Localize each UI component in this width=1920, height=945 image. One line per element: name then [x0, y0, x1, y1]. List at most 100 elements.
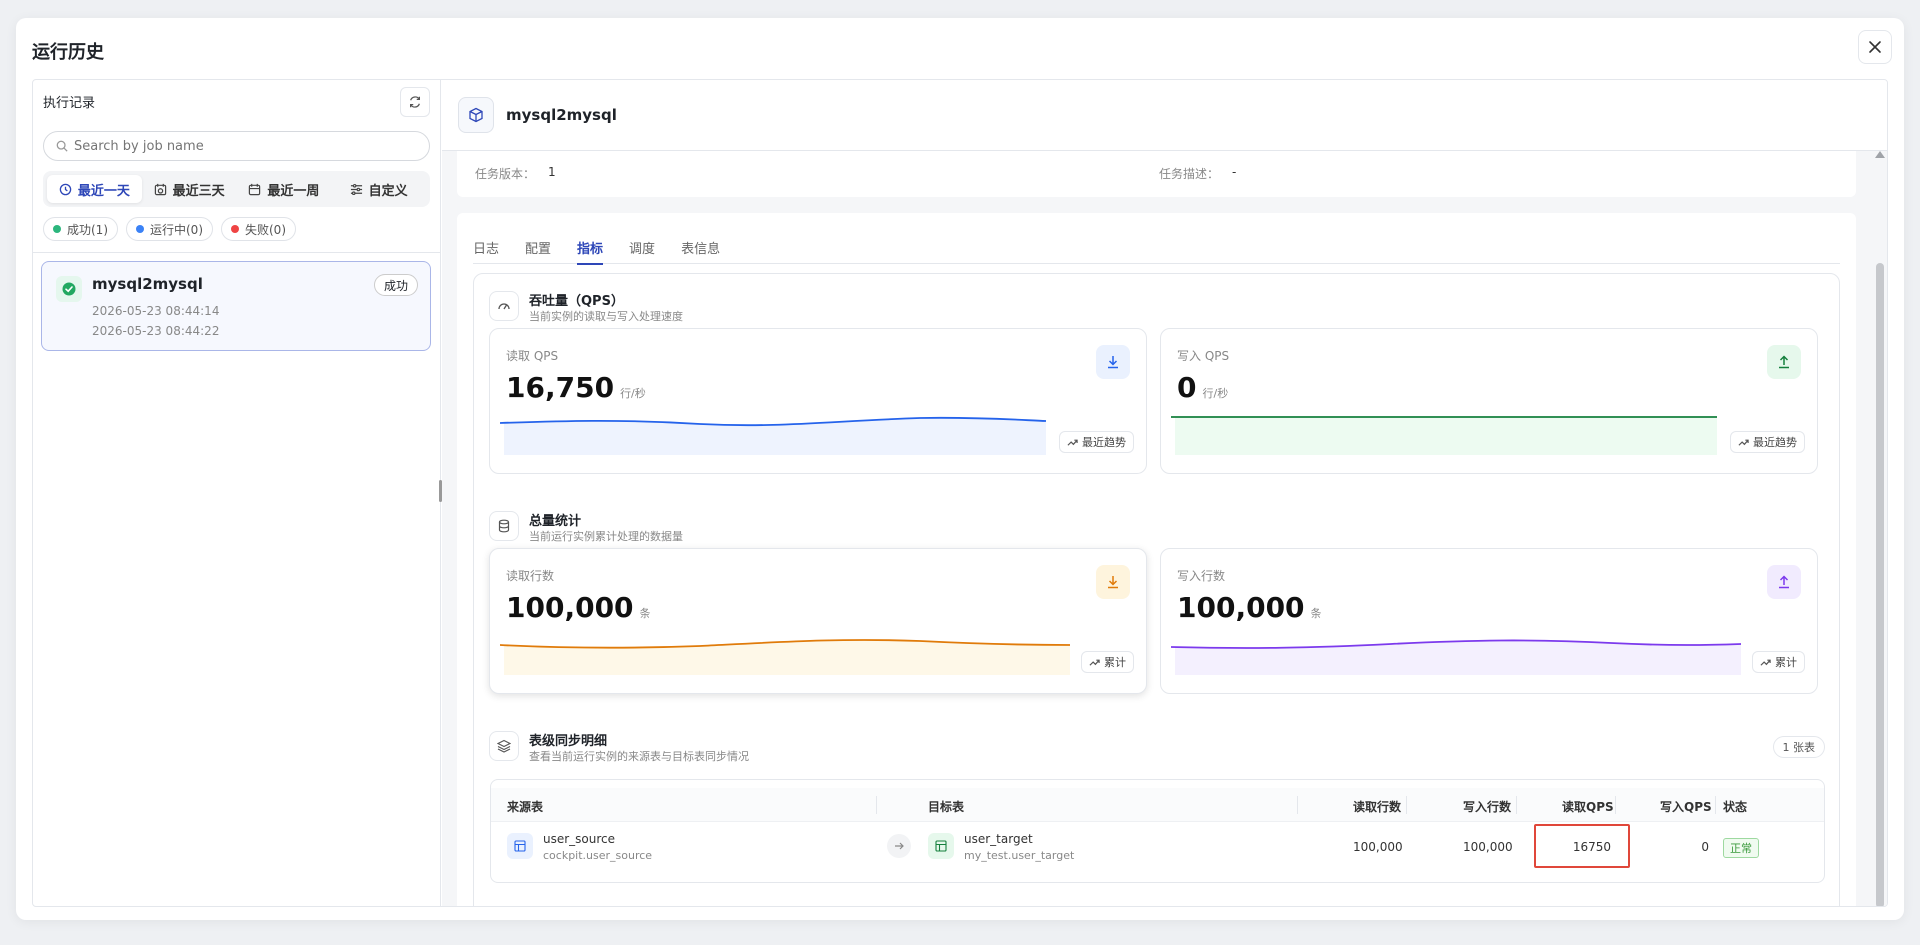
header-source: 来源表: [507, 800, 544, 814]
write-qps-sparkline: [1171, 416, 1717, 455]
calendar-clock-icon: [154, 183, 166, 195]
throughput-subtitle: 当前实例的读取与写入处理速度: [529, 310, 683, 323]
detail-scroll-area: 任务版本： 1 任务描述： - 日志 配置 指标 调度 表信息 吞吐量（QPS）…: [442, 151, 1887, 906]
header-write-rows: 写入行数: [1463, 800, 1512, 814]
cumulative-button[interactable]: 累计: [1081, 651, 1134, 673]
target-table-full-name: my_test.user_target: [964, 849, 1075, 862]
tab-table-info[interactable]: 表信息: [681, 231, 720, 264]
sliders-icon: [350, 183, 362, 195]
tab-metrics[interactable]: 指标: [577, 231, 604, 265]
source-table-full-name: cockpit.user_source: [543, 849, 653, 862]
search-input[interactable]: [74, 138, 374, 154]
refresh-icon: [410, 95, 420, 108]
tab-logs[interactable]: 日志: [473, 231, 499, 264]
upload-icon: [1767, 565, 1801, 599]
totals-title: 总量统计: [529, 514, 582, 529]
table-icon: [507, 833, 533, 859]
trending-up-icon: [1089, 659, 1100, 666]
failed-dot: [231, 225, 239, 233]
read-rows-value: 100,000: [506, 591, 634, 624]
table-icon: [928, 833, 954, 859]
filter-failed[interactable]: 失败(0): [221, 217, 296, 241]
source-table-name: user_source: [543, 832, 616, 846]
refresh-button[interactable]: [400, 86, 430, 117]
trend-label: 累计: [1775, 656, 1797, 669]
range-last-three-days[interactable]: 最近三天: [142, 175, 237, 203]
write-rows-label: 写入行数: [1177, 569, 1226, 583]
filter-label: 成功(1): [67, 222, 108, 237]
download-icon: [1096, 345, 1130, 379]
tab-schedule[interactable]: 调度: [629, 231, 655, 264]
filter-label: 运行中(0): [150, 222, 203, 237]
trend-button[interactable]: 最近趋势: [1730, 431, 1805, 453]
version-label: 任务版本：: [475, 167, 536, 181]
success-check-icon: [56, 276, 82, 302]
run-history-modal: 运行历史 执行记录 最近一天 最: [16, 18, 1904, 920]
execution-records-panel: 执行记录 最近一天 最近三天 最近: [33, 80, 442, 906]
write-rows-value: 100,000: [1177, 591, 1305, 624]
record-end-time: 2026-05-23 08:44:22: [92, 324, 220, 338]
detail-tabs: 日志 配置 指标 调度 表信息: [473, 231, 1840, 265]
target-table-name: user_target: [964, 832, 1033, 846]
filter-running[interactable]: 运行中(0): [126, 217, 213, 241]
header-read-rows: 读取行数: [1353, 800, 1402, 814]
write-rows-cell: 100,000: [1463, 840, 1513, 854]
range-label: 最近一周: [267, 183, 320, 199]
filter-success[interactable]: 成功(1): [43, 217, 118, 241]
job-info-card: 任务版本： 1 任务描述： -: [457, 151, 1856, 197]
gauge-icon: [489, 291, 519, 321]
modal-title: 运行历史: [32, 42, 104, 63]
vertical-scrollbar[interactable]: [1875, 151, 1885, 906]
header-separator: [876, 796, 877, 814]
range-last-day[interactable]: 最近一天: [47, 175, 142, 203]
write-rows-card: 写入行数 100,000 条 累计: [1160, 548, 1818, 694]
read-rows-label: 读取行数: [506, 569, 555, 583]
range-label: 最近一天: [77, 183, 130, 199]
read-qps-unit: 行/秒: [620, 387, 646, 400]
job-detail-panel: mysql2mysql 任务版本： 1 任务描述： - 日志 配置 指标 调度 …: [442, 80, 1887, 906]
close-button[interactable]: [1858, 30, 1892, 64]
divider: [33, 252, 441, 253]
range-last-week[interactable]: 最近一周: [237, 175, 332, 203]
search-icon: [56, 140, 68, 152]
read-rows-unit: 条: [639, 607, 651, 620]
scrollbar-thumb[interactable]: [1876, 263, 1884, 906]
read-qps-sparkline: [500, 416, 1047, 455]
write-qps-label: 写入 QPS: [1177, 349, 1230, 363]
table-sync-detail: 来源表 目标表 读取行数 写入行数 读取QPS 写入QPS 状态 user_so…: [490, 779, 1825, 883]
header-separator: [1715, 796, 1716, 814]
trending-up-icon: [1738, 439, 1749, 446]
tab-config[interactable]: 配置: [525, 231, 551, 264]
trend-button[interactable]: 最近趋势: [1059, 431, 1134, 453]
read-qps-label: 读取 QPS: [506, 349, 559, 363]
range-custom[interactable]: 自定义: [331, 175, 426, 203]
search-box[interactable]: [43, 131, 430, 161]
filter-label: 失败(0): [245, 222, 286, 237]
header-target: 目标表: [928, 800, 965, 814]
upload-icon: [1767, 345, 1801, 379]
table-count-badge: 1 张表: [1772, 736, 1825, 758]
write-qps-unit: 行/秒: [1202, 387, 1229, 400]
trend-label: 最近趋势: [1082, 436, 1126, 449]
record-item[interactable]: mysql2mysql 2026-05-23 08:44:14 2026-05-…: [41, 261, 431, 351]
trend-label: 累计: [1104, 656, 1126, 669]
database-icon: [489, 511, 519, 541]
throughput-title: 吞吐量（QPS）: [529, 294, 624, 309]
time-range-selector: 最近一天 最近三天 最近一周 自定义: [43, 171, 430, 207]
success-dot: [53, 225, 61, 233]
header-separator: [1406, 796, 1407, 814]
record-name: mysql2mysql: [92, 275, 203, 293]
read-rows-card: 读取行数 100,000 条 累计: [489, 548, 1147, 694]
job-title: mysql2mysql: [506, 106, 617, 124]
scroll-up-arrow-icon[interactable]: [1875, 151, 1885, 158]
table-detail-subtitle: 查看当前运行实例的来源表与目标表同步情况: [529, 750, 749, 763]
arrow-right-icon: [887, 834, 911, 858]
table-header: 来源表 目标表 读取行数 写入行数 读取QPS 写入QPS 状态: [491, 788, 1824, 822]
cumulative-button[interactable]: 累计: [1752, 651, 1805, 673]
trending-up-icon: [1067, 439, 1078, 446]
header-separator: [1615, 796, 1616, 814]
download-icon: [1096, 565, 1130, 599]
write-qps-cell: 0: [1701, 840, 1709, 854]
read-qps-cell: 16750: [1572, 840, 1611, 854]
running-dot: [136, 225, 144, 233]
